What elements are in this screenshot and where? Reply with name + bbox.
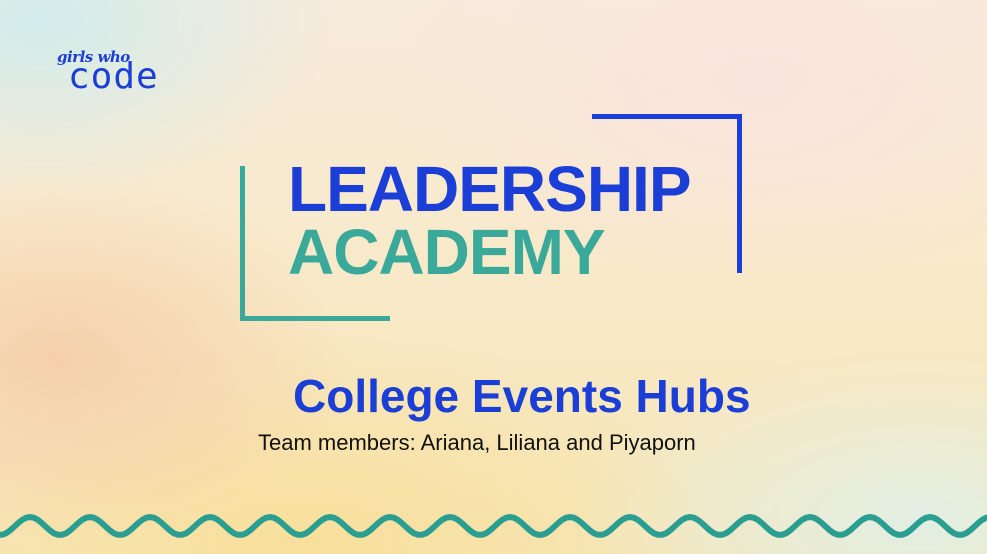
title-academy: ACADEMY [288, 216, 606, 288]
wave-line [0, 513, 987, 538]
slide: girls who code LEADERSHIP ACADEMY Colleg… [0, 0, 987, 554]
team-members-text: Team members: Ariana, Liliana and Piyapo… [258, 430, 696, 455]
girls-who-code-logo: girls who code [57, 49, 187, 99]
slide-subtitle: College Events Hubs [293, 370, 751, 422]
logo-block-text: code [68, 56, 159, 97]
wave-decoration [0, 513, 987, 538]
